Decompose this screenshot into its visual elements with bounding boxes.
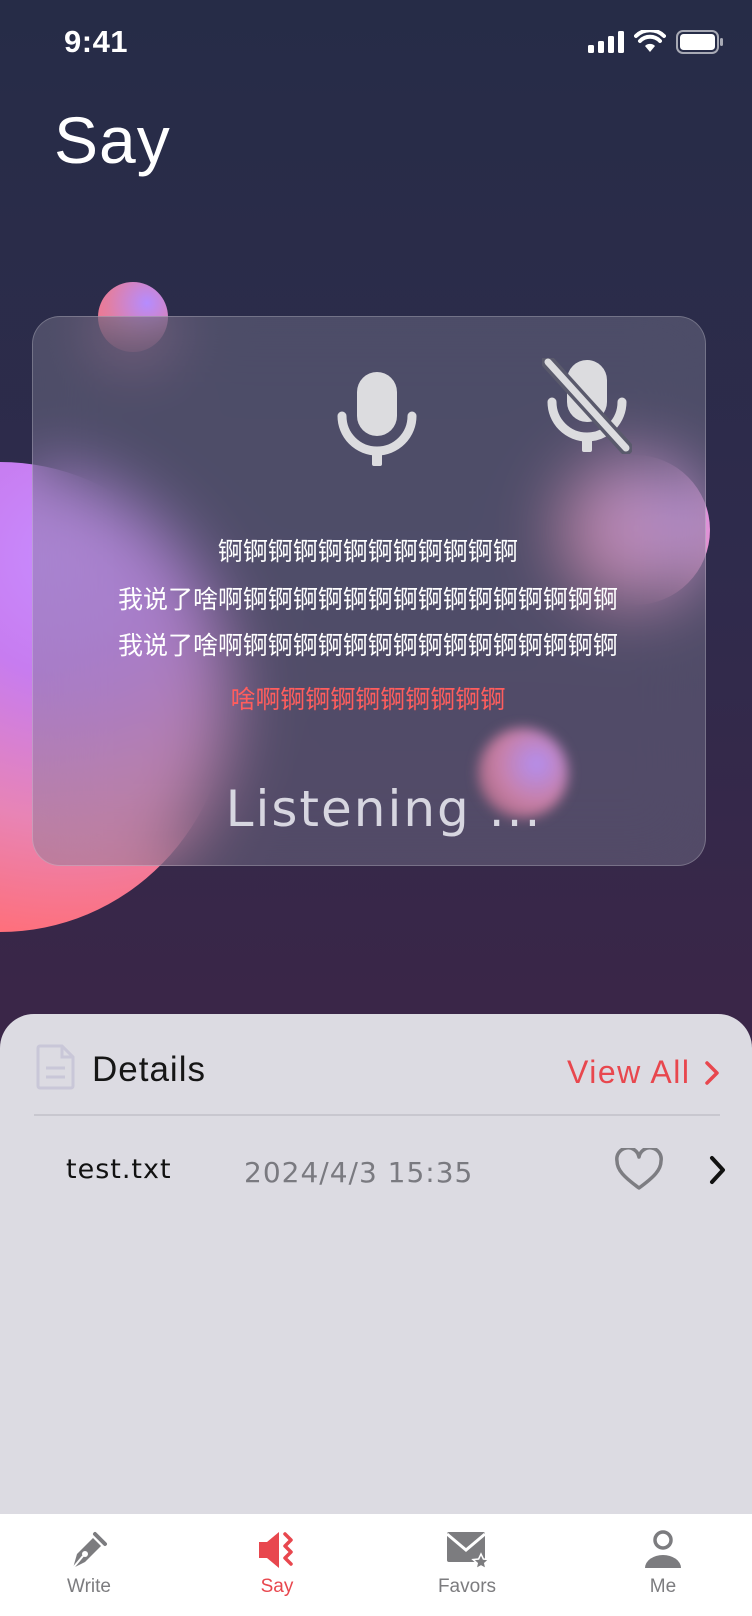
tab-me[interactable]: Me [593, 1514, 733, 1616]
view-all-link[interactable]: View All [567, 1054, 720, 1091]
heart-icon[interactable] [614, 1146, 664, 1196]
file-name: test.txt [66, 1154, 172, 1185]
tab-label: Write [67, 1576, 111, 1597]
chevron-right-icon [705, 1060, 720, 1085]
status-icons [588, 30, 724, 54]
microphone-off-icon[interactable] [541, 355, 633, 458]
transcript-line: 锕锕锕锕锕锕锕锕锕锕锕锕 [217, 537, 518, 566]
transcript-line: 我说了啥啊锕锕锕锕锕锕锕锕锕锕锕锕锕锕锕 [117, 585, 618, 614]
person-icon [645, 1530, 681, 1568]
details-heading: Details [92, 1050, 206, 1089]
tab-favors[interactable]: Favors [397, 1514, 537, 1616]
mail-star-icon [446, 1532, 491, 1571]
chevron-right-icon[interactable] [708, 1154, 728, 1190]
transcript-line: 我说了啥啊锕锕锕锕锕锕锕锕锕锕锕锕锕锕锕 [117, 631, 618, 660]
tab-write[interactable]: Write [19, 1514, 159, 1616]
document-icon [36, 1044, 76, 1094]
signal-icon [588, 31, 624, 53]
tab-say[interactable]: Say [207, 1514, 347, 1616]
pen-icon [72, 1532, 107, 1569]
battery-icon [676, 30, 723, 54]
status-time: 9:41 [64, 24, 129, 59]
tab-label: Say [260, 1576, 294, 1597]
tab-label: Me [649, 1576, 677, 1597]
list-item[interactable]: test.txt 2024/4/3 15:35 [0, 1140, 752, 1200]
status-bar: 9:41 [0, 0, 752, 90]
divider [34, 1114, 720, 1116]
transcript-line-current: 啥啊锕锕锕锕锕锕锕锕锕 [230, 685, 506, 714]
tab-label: Favors [437, 1576, 497, 1597]
speaker-icon [259, 1532, 293, 1568]
tab-bar: Write Say Favors Me [0, 1514, 752, 1616]
page-title: Say [54, 103, 171, 177]
view-all-label: View All [567, 1054, 691, 1090]
microphone-icon[interactable] [336, 370, 418, 470]
file-date: 2024/4/3 15:35 [244, 1156, 474, 1189]
listening-status: Listening ... [225, 780, 543, 838]
say-screen: 9:41 Say 锕锕锕锕锕锕锕锕锕锕锕锕 我说了啥啊锕锕锕锕锕锕锕锕锕锕锕锕锕… [0, 0, 752, 1616]
wifi-icon [634, 30, 666, 52]
